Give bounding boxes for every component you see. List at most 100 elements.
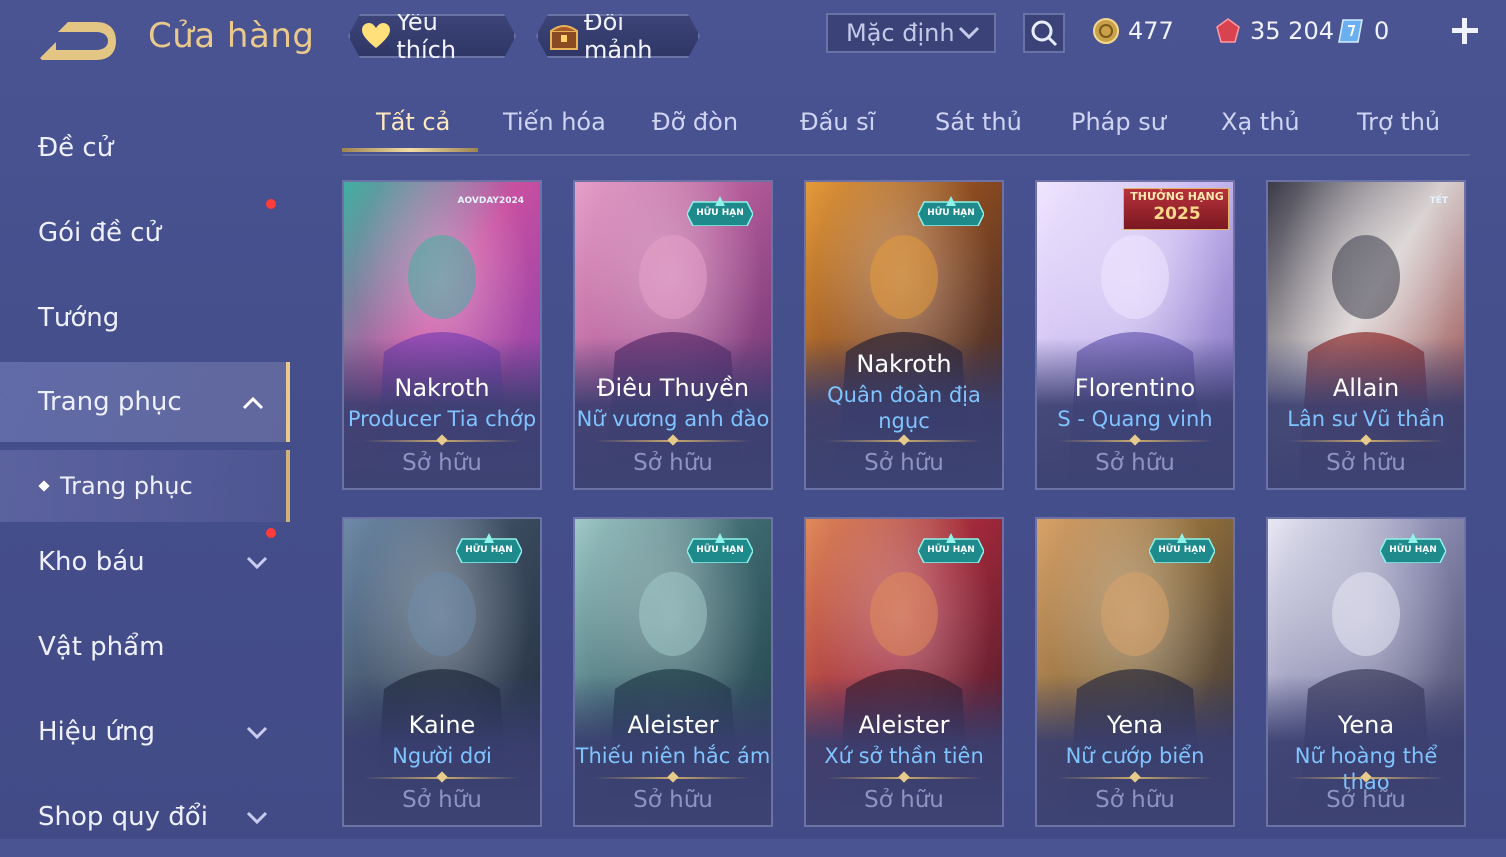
gold-amount: 477 bbox=[1128, 17, 1174, 45]
skin-name-line: Nữ cướp biển bbox=[1065, 744, 1205, 768]
skin-name-line: Quân đoàn địa bbox=[827, 383, 981, 407]
ruby-gem-icon bbox=[1216, 18, 1240, 43]
owned-status: Sở hữu bbox=[402, 450, 482, 476]
badge-year: 2025 bbox=[1153, 204, 1201, 224]
skin-card[interactable]: Allain Lân sư Vũ thần Sở hữu TẾT bbox=[1266, 180, 1466, 490]
skin-card[interactable]: Điêu Thuyền Nữ vương anh đào Sở hữu HỮU … bbox=[573, 180, 773, 490]
search-icon bbox=[1031, 20, 1058, 47]
tab-all[interactable]: Tất cả bbox=[376, 108, 450, 136]
skin-card[interactable]: Yena Nữ cướp biển Sở hữu HỮU HẠN bbox=[1035, 517, 1235, 827]
skin-name: Thiếu niên hắc ám bbox=[575, 743, 771, 769]
tab-fighter[interactable]: Đấu sĩ bbox=[800, 108, 875, 136]
card-divider bbox=[595, 440, 751, 442]
card-divider bbox=[1288, 440, 1444, 442]
gem-balance: 35 204 bbox=[1214, 14, 1334, 48]
hero-name: Aleister bbox=[627, 711, 719, 739]
sidebar-item-heroes[interactable]: Tướng bbox=[0, 278, 290, 358]
hero-name: Aleister bbox=[858, 711, 950, 739]
skin-card[interactable]: Aleister Thiếu niên hắc ám Sở hữu HỮU HẠ… bbox=[573, 517, 773, 827]
skin-card[interactable]: Florentino S - Quang vinh Sở hữu THƯỞNG … bbox=[1035, 180, 1235, 490]
badge-label: HỮU HẠN bbox=[465, 545, 513, 555]
skin-card[interactable]: Yena Nữ hoàng thể thao Sở hữu HỮU HẠN bbox=[1266, 517, 1466, 827]
skin-name: Nữ cướp biển bbox=[1037, 743, 1233, 769]
hero-name: Nakroth bbox=[856, 350, 952, 378]
chevron-down-icon bbox=[246, 556, 268, 570]
heart-icon bbox=[360, 19, 392, 53]
owned-status: Sở hữu bbox=[402, 787, 482, 813]
skin-card[interactable]: Kaine Người dơi Sở hữu HỮU HẠN bbox=[342, 517, 542, 827]
chevron-down-icon bbox=[958, 26, 980, 40]
skin-name: Producer Tia chớp bbox=[344, 406, 540, 432]
skin-card[interactable]: Nakroth Quân đoàn địa ngục Sở hữu HỮU HẠN bbox=[804, 180, 1004, 490]
hero-name: Florentino bbox=[1074, 374, 1196, 402]
owned-status: Sở hữu bbox=[1095, 787, 1175, 813]
sidebar-item-effects[interactable]: Hiệu ứng bbox=[0, 692, 290, 772]
hero-name: Yena bbox=[1106, 711, 1164, 739]
tab-mage[interactable]: Pháp sư bbox=[1071, 108, 1166, 136]
card-divider bbox=[826, 440, 982, 442]
chevron-down-icon bbox=[246, 811, 268, 825]
sidebar: Đề cử Gói đề cử Tướng Trang phục Trang p… bbox=[0, 90, 290, 839]
badge-label: HỮU HẠN bbox=[696, 545, 744, 555]
skin-name-line: ngục bbox=[878, 409, 930, 433]
owned-status: Sở hữu bbox=[1326, 787, 1406, 813]
sidebar-item-featured[interactable]: Đề cử bbox=[0, 108, 290, 188]
plus-icon[interactable] bbox=[1450, 16, 1480, 46]
sidebar-item-label: Gói đề cử bbox=[38, 218, 162, 248]
tab-marksman[interactable]: Xạ thủ bbox=[1221, 108, 1300, 136]
hero-name: Nakroth bbox=[394, 374, 490, 402]
role-tabs: Tất cả Tiến hóa Đỡ đòn Đấu sĩ Sát thủ Ph… bbox=[342, 100, 1470, 156]
favorite-button[interactable]: Yêu thích bbox=[348, 14, 516, 58]
sort-value: Mặc định bbox=[846, 19, 955, 47]
notification-dot bbox=[266, 199, 276, 209]
skin-name: Nữ vương anh đào bbox=[575, 406, 771, 432]
gold-balance: 477 bbox=[1092, 14, 1174, 48]
sidebar-item-skins[interactable]: Trang phục bbox=[0, 362, 290, 442]
sort-dropdown[interactable]: Mặc định bbox=[826, 13, 996, 53]
sidebar-item-exchange-shop[interactable]: Shop quy đổi bbox=[0, 777, 290, 857]
chevron-up-icon bbox=[242, 396, 264, 410]
sidebar-item-items[interactable]: Vật phẩm bbox=[0, 607, 290, 687]
gem-amount: 35 204 bbox=[1250, 17, 1334, 45]
sidebar-item-bundles[interactable]: Gói đề cử bbox=[0, 193, 290, 273]
skin-name-line: Xứ sở thần tiên bbox=[824, 744, 984, 768]
shard-exchange-button[interactable]: Đổi mảnh bbox=[536, 14, 700, 58]
skin-card[interactable]: Aleister Xứ sở thần tiên Sở hữu HỮU HẠN bbox=[804, 517, 1004, 827]
active-tab-indicator bbox=[342, 148, 478, 152]
sidebar-item-treasure[interactable]: Kho báu bbox=[0, 522, 290, 602]
sidebar-item-label: Hiệu ứng bbox=[38, 717, 155, 747]
voucher-icon bbox=[1338, 19, 1363, 43]
tab-support[interactable]: Trợ thủ bbox=[1357, 108, 1440, 136]
gold-coin-icon bbox=[1093, 18, 1119, 44]
sidebar-item-label: Kho báu bbox=[38, 547, 145, 577]
sidebar-subitem-skins[interactable]: Trang phục bbox=[0, 450, 290, 522]
favorite-label: Yêu thích bbox=[396, 8, 457, 64]
skin-name: Xứ sở thần tiên bbox=[806, 743, 1002, 769]
card-divider bbox=[364, 777, 520, 779]
tab-tank[interactable]: Đỡ đòn bbox=[652, 108, 738, 136]
skin-name: S - Quang vinh bbox=[1037, 406, 1233, 432]
sidebar-subitem-label: Trang phục bbox=[60, 472, 193, 500]
skin-card[interactable]: Nakroth Producer Tia chớp Sở hữu AOVDAY2… bbox=[342, 180, 542, 490]
back-arrow-icon[interactable] bbox=[38, 20, 118, 62]
tab-assassin[interactable]: Sát thủ bbox=[935, 108, 1022, 136]
hero-name: Yena bbox=[1337, 711, 1395, 739]
skin-name-line: Thiếu niên hắc ám bbox=[575, 744, 771, 768]
badge-label: HỮU HẠN bbox=[1158, 545, 1206, 555]
badge-label: HỮU HẠN bbox=[696, 208, 744, 218]
sidebar-item-label: Vật phẩm bbox=[38, 632, 165, 662]
sidebar-item-label: Tướng bbox=[38, 303, 120, 333]
owned-status: Sở hữu bbox=[1326, 450, 1406, 476]
voucher-balance: 0 bbox=[1338, 14, 1389, 48]
treasure-chest-icon bbox=[548, 19, 580, 53]
hero-name: Kaine bbox=[408, 711, 476, 739]
search-button[interactable] bbox=[1023, 13, 1065, 53]
card-divider bbox=[1057, 777, 1213, 779]
sidebar-item-label: Trang phục bbox=[38, 387, 182, 417]
owned-status: Sở hữu bbox=[633, 787, 713, 813]
skin-name-line: Lân sư Vũ thần bbox=[1287, 407, 1445, 431]
badge-label: HỮU HẠN bbox=[927, 208, 975, 218]
notification-dot bbox=[266, 528, 276, 538]
skin-name-line: Producer Tia chớp bbox=[347, 407, 537, 431]
tab-evolution[interactable]: Tiến hóa bbox=[503, 108, 606, 136]
